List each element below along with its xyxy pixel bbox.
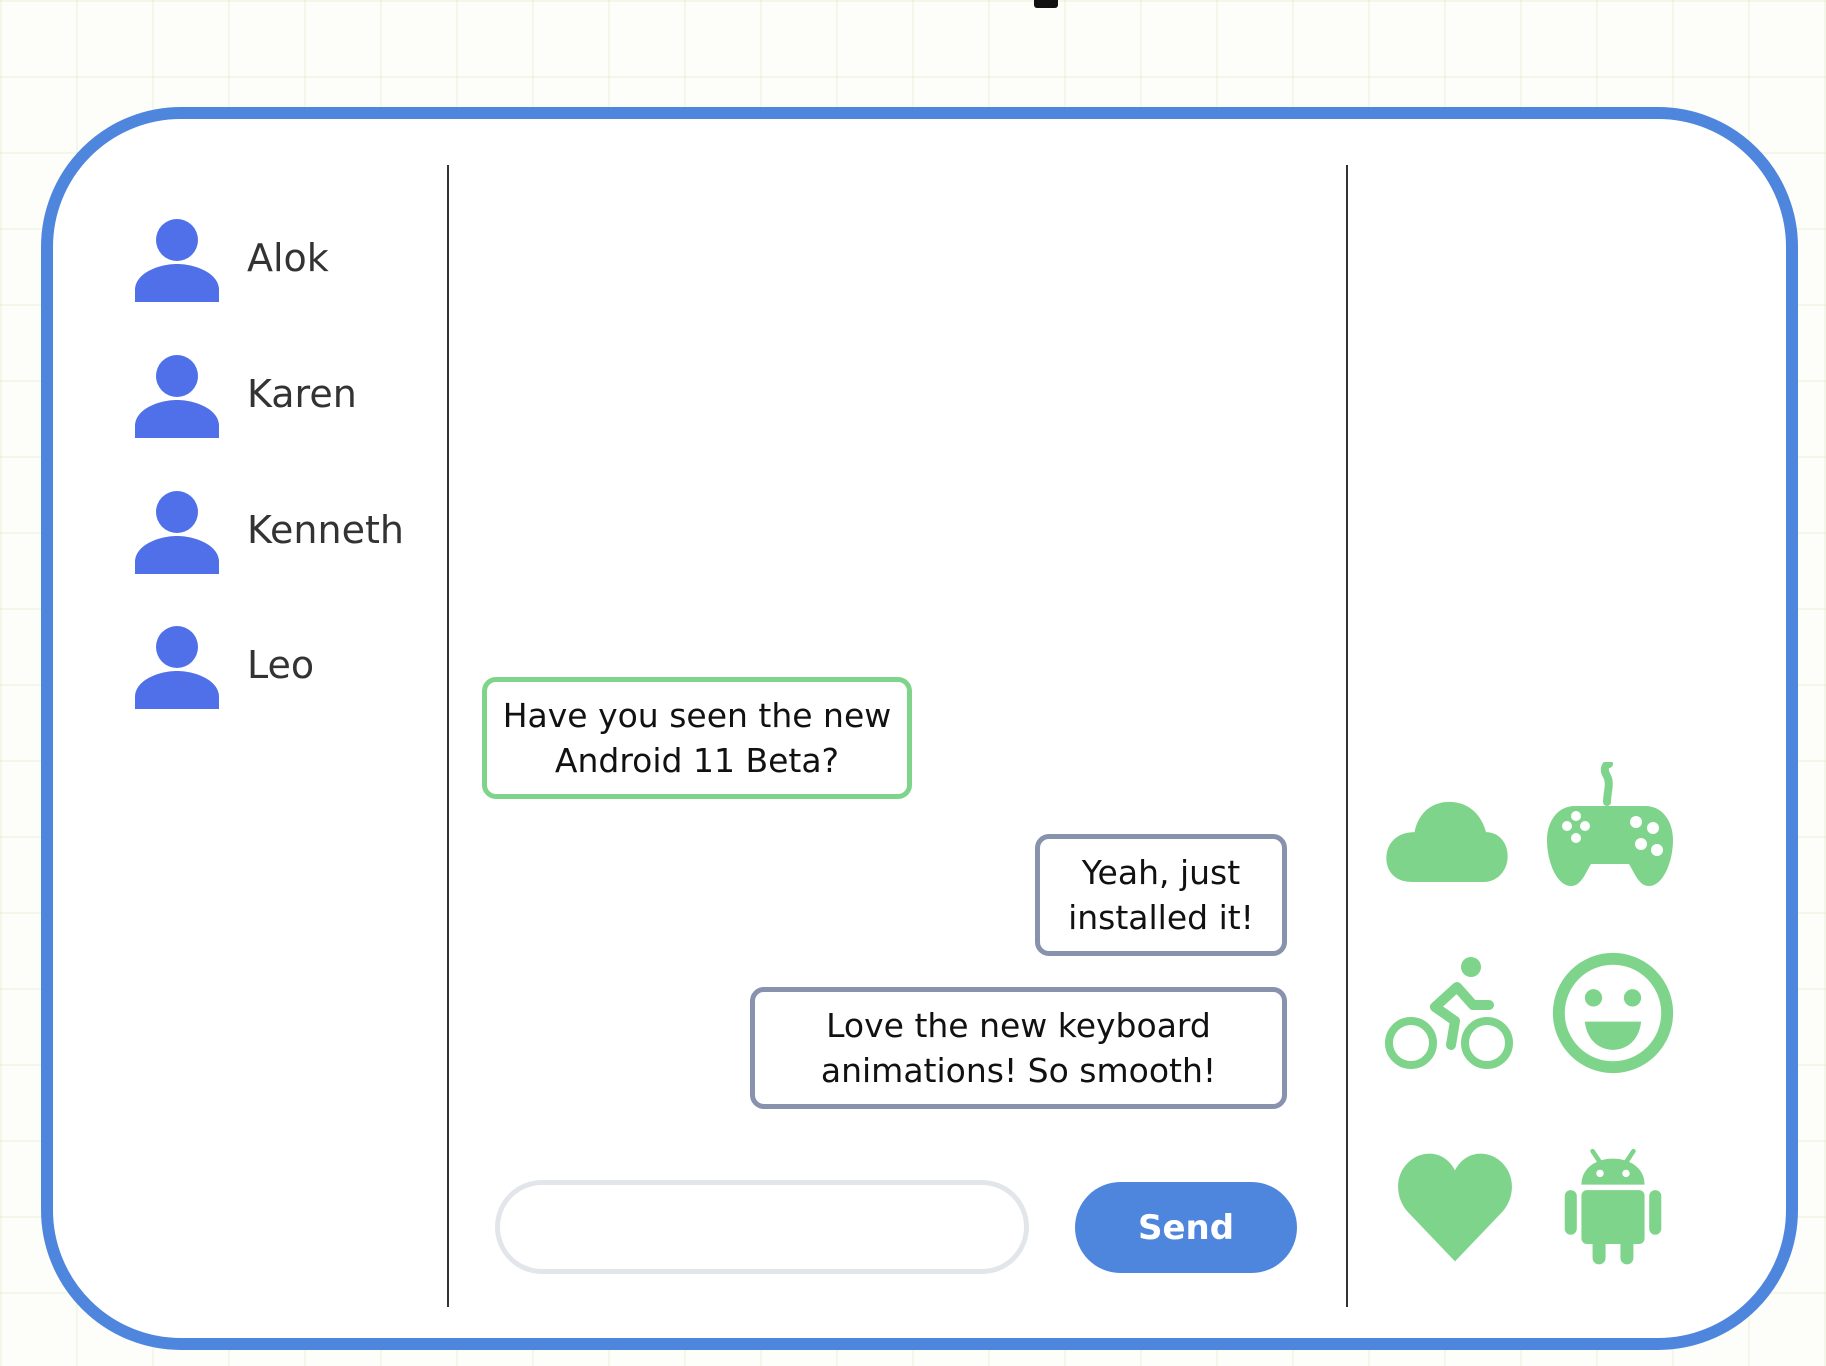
contacts-divider xyxy=(447,165,449,1307)
top-edge-mark xyxy=(1034,0,1058,8)
contact-item-karen[interactable]: Karen xyxy=(135,354,435,438)
message-text: Love the new keyboard animations! So smo… xyxy=(820,1006,1217,1090)
sticker-smiley[interactable] xyxy=(1548,948,1678,1078)
cloud-icon xyxy=(1386,801,1508,882)
contact-item-alok[interactable]: Alok xyxy=(135,218,435,302)
contact-name: Alok xyxy=(247,236,329,280)
person-icon xyxy=(135,355,219,438)
stickers-divider xyxy=(1346,165,1348,1307)
gamepad-icon xyxy=(1547,762,1673,886)
message-text: Have you seen the new Android 11 Beta? xyxy=(502,696,892,780)
contact-item-kenneth[interactable]: Kenneth xyxy=(135,490,435,574)
sticker-gamepad[interactable] xyxy=(1545,762,1675,892)
contact-name: Leo xyxy=(247,643,315,687)
contact-item-leo[interactable]: Leo xyxy=(135,625,435,709)
person-icon xyxy=(135,491,219,574)
sticker-cloud[interactable] xyxy=(1382,778,1512,908)
message-input[interactable] xyxy=(495,1180,1029,1274)
message-bubble-incoming: Have you seen the new Android 11 Beta? xyxy=(482,677,912,799)
person-icon xyxy=(135,626,219,709)
sticker-android[interactable] xyxy=(1548,1140,1678,1270)
contact-name: Karen xyxy=(247,372,357,416)
contact-name: Kenneth xyxy=(247,508,404,552)
send-button[interactable]: Send xyxy=(1075,1182,1297,1273)
message-text: Yeah, just installed it! xyxy=(1068,853,1254,937)
sticker-heart[interactable] xyxy=(1390,1140,1520,1270)
smiley-icon xyxy=(1552,952,1674,1074)
message-bubble-outgoing: Love the new keyboard animations! So smo… xyxy=(750,987,1287,1109)
sticker-bike[interactable] xyxy=(1385,955,1515,1085)
message-bubble-outgoing: Yeah, just installed it! xyxy=(1035,834,1287,956)
person-icon xyxy=(135,219,219,302)
bike-icon xyxy=(1385,957,1513,1069)
heart-icon xyxy=(1398,1153,1512,1262)
android-icon xyxy=(1564,1148,1662,1265)
